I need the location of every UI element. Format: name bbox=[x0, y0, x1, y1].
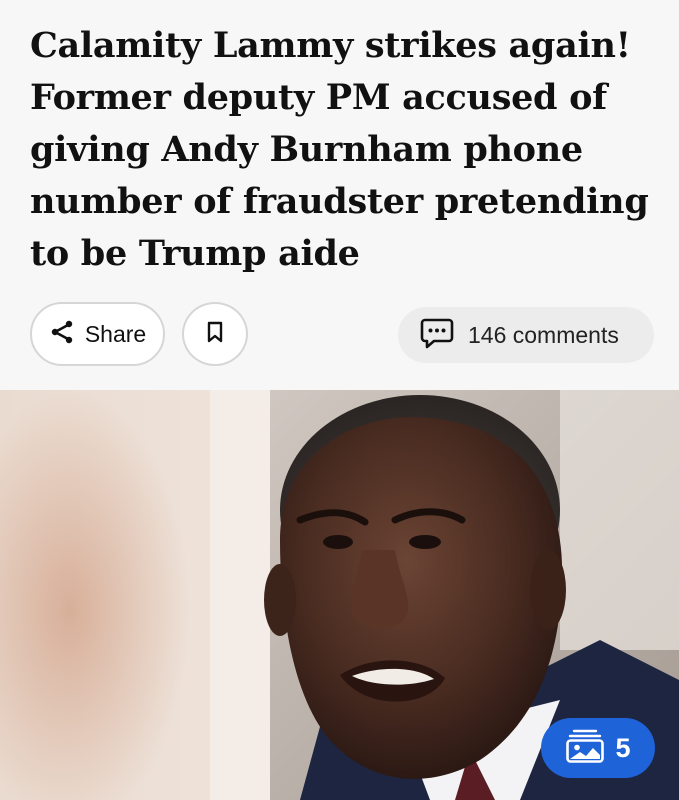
article-headline: Calamity Lammy strikes again! Former dep… bbox=[30, 25, 649, 274]
gallery-badge[interactable]: 5 bbox=[541, 718, 655, 778]
comments-button[interactable]: 146 comments bbox=[398, 307, 654, 363]
comment-bubble-icon bbox=[420, 316, 454, 355]
share-label: Share bbox=[84, 320, 147, 347]
share-button[interactable]: Share bbox=[30, 302, 165, 366]
comments-count-label: 146 comments bbox=[468, 321, 619, 348]
bookmark-icon bbox=[206, 321, 224, 348]
gallery-count: 5 bbox=[615, 732, 631, 763]
image-gallery-icon bbox=[565, 728, 605, 769]
bookmark-button[interactable] bbox=[182, 302, 248, 366]
share-icon bbox=[49, 319, 75, 350]
